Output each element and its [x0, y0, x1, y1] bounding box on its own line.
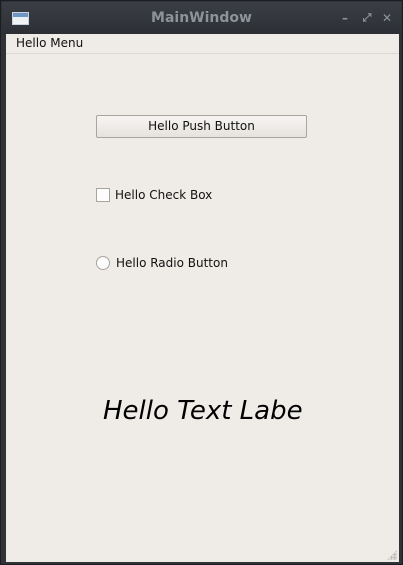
close-icon[interactable]: ✕	[380, 11, 394, 25]
central-widget: Hello Menu Hello Push Button Hello Check…	[6, 34, 399, 562]
menu-bar: Hello Menu	[6, 34, 399, 54]
menu-hello[interactable]: Hello Menu	[16, 36, 83, 51]
hello-check-box[interactable]	[96, 188, 110, 202]
title-bar[interactable]: MainWindow – ⤢ ✕	[2, 2, 401, 34]
hello-push-button[interactable]: Hello Push Button	[96, 115, 307, 138]
main-window: MainWindow – ⤢ ✕ Hello Menu Hello Push B…	[0, 0, 403, 565]
hello-radio-button[interactable]	[96, 256, 110, 270]
hello-check-box-label[interactable]: Hello Check Box	[115, 188, 212, 203]
resize-grip-icon[interactable]	[387, 550, 397, 560]
maximize-icon[interactable]: ⤢	[360, 11, 374, 25]
minimize-icon[interactable]: –	[338, 11, 352, 25]
hello-radio-button-label[interactable]: Hello Radio Button	[116, 256, 228, 271]
hello-text-label: Hello Text Label	[103, 396, 302, 426]
